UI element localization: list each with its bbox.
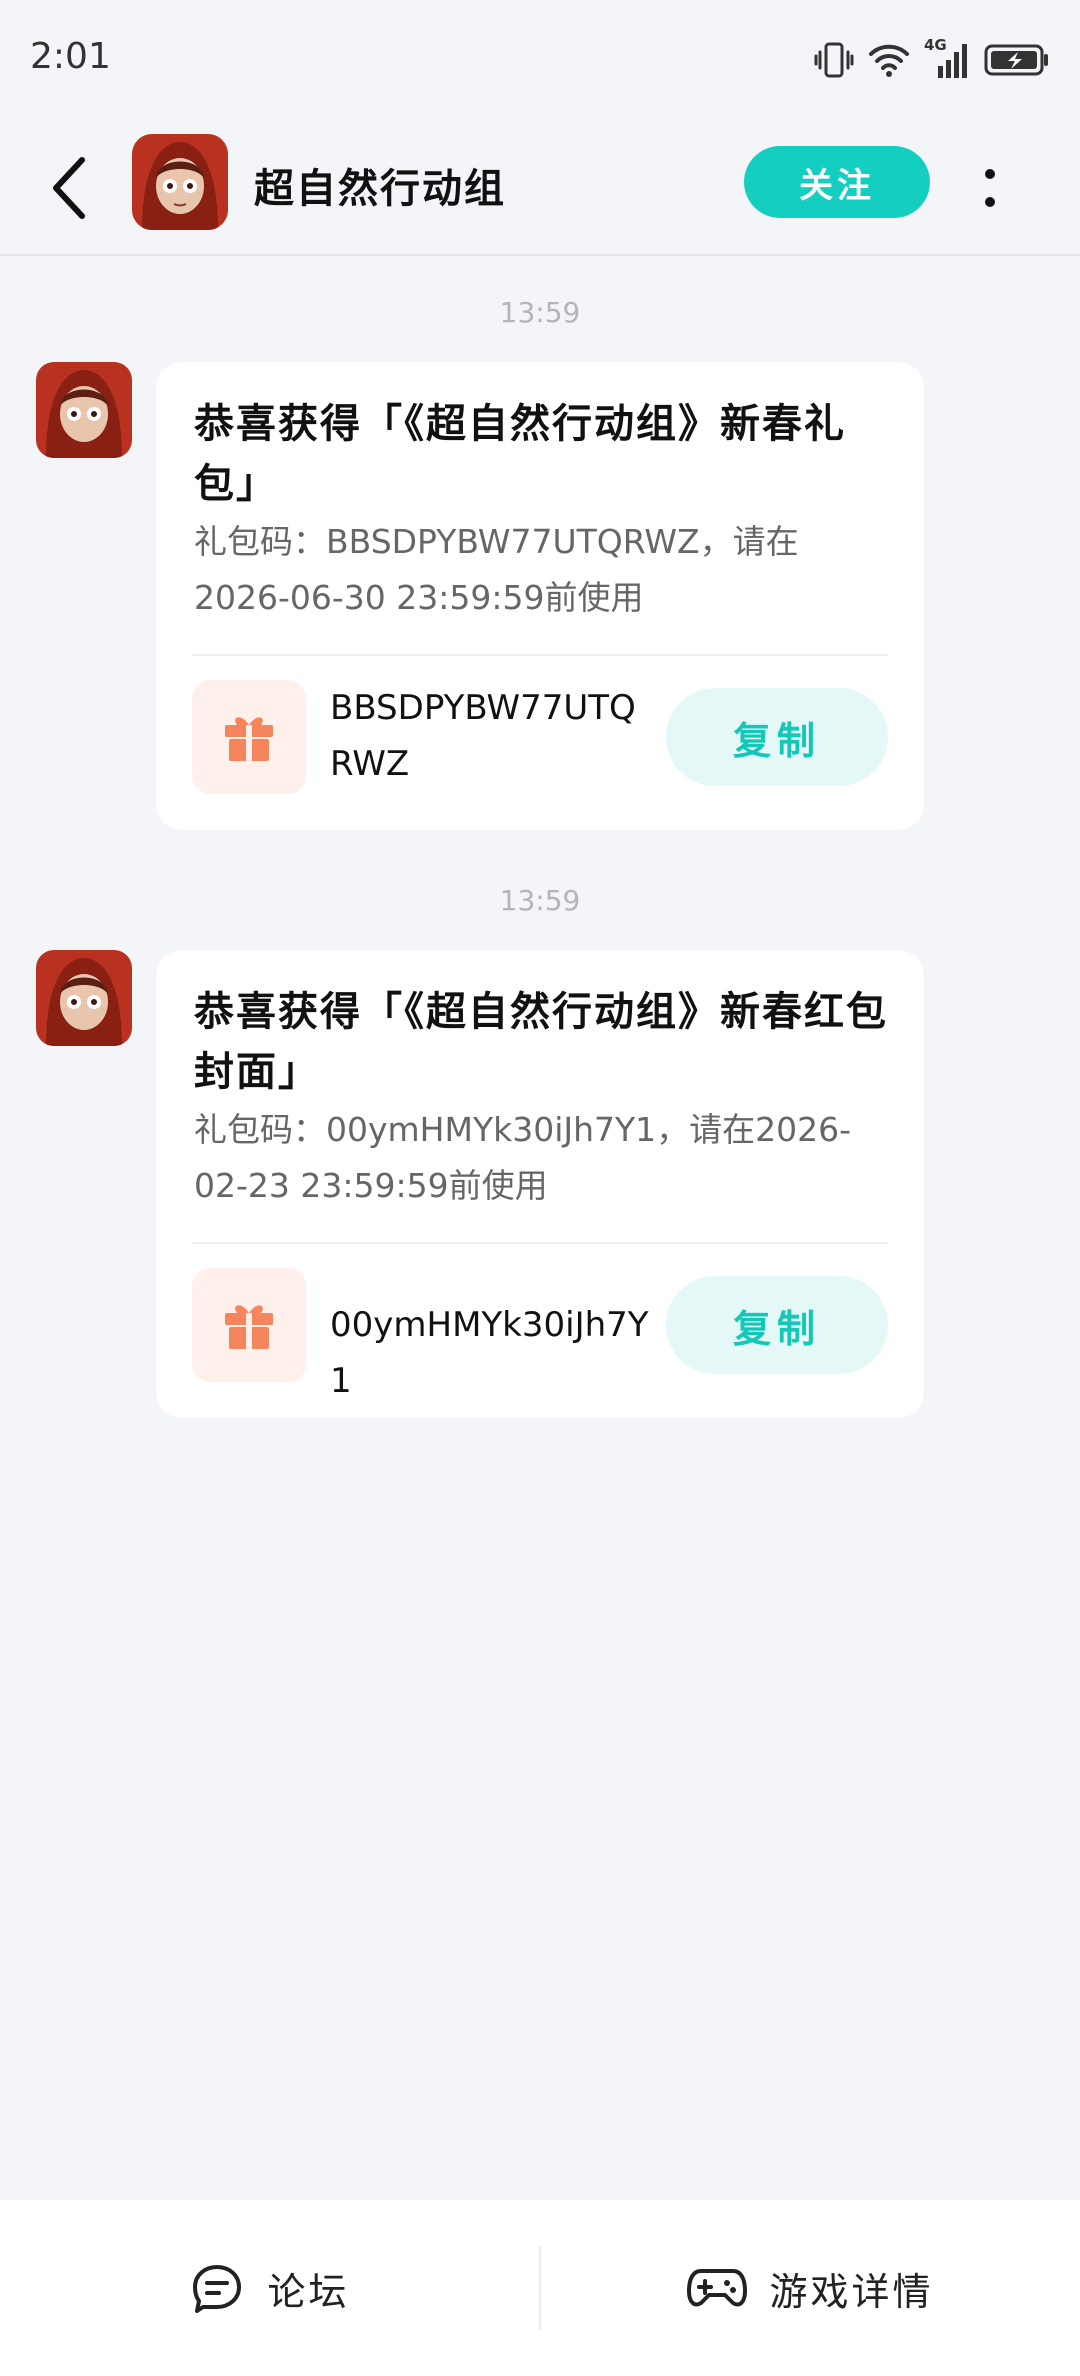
message-title: 恭喜获得「《超自然行动组》新春红包封面」 bbox=[194, 989, 888, 1095]
message-bubble: 恭喜获得「《超自然行动组》新春礼包」 礼包码：BBSDPYBW77UTQRWZ，… bbox=[156, 362, 924, 830]
game-detail-label: 游戏详情 bbox=[769, 2269, 934, 2314]
gamepad-icon bbox=[687, 2269, 748, 2307]
forum-chat-icon bbox=[193, 2265, 242, 2313]
gift-icon bbox=[225, 717, 273, 761]
cellular-signal-icon: 4G bbox=[924, 36, 970, 80]
gift-icon-box bbox=[192, 680, 306, 794]
back-button[interactable] bbox=[44, 150, 100, 226]
gift-code: 00ymHMYk30iJh7Y1 bbox=[330, 1305, 649, 1401]
forum-label: 论坛 bbox=[267, 2269, 350, 2314]
divider bbox=[192, 654, 888, 656]
status-icons: 4G bbox=[814, 36, 1050, 84]
back-arrow-icon bbox=[53, 157, 85, 219]
divider bbox=[192, 1242, 888, 1244]
wifi-icon bbox=[869, 44, 909, 77]
sender-avatar[interactable] bbox=[36, 362, 132, 458]
gift-code: BBSDPYBW77UTQRWZ bbox=[330, 688, 636, 784]
message-description: 礼包码：BBSDPYBW77UTQRWZ，请在2026-06-30 23:59:… bbox=[194, 522, 799, 617]
more-options-button[interactable] bbox=[972, 150, 1008, 226]
message-bubble: 恭喜获得「《超自然行动组》新春红包封面」 礼包码：00ymHMYk30iJh7Y… bbox=[156, 950, 924, 1418]
bottom-bar: 论坛 游戏详情 bbox=[0, 2200, 1080, 2376]
status-time: 2:01 bbox=[30, 36, 111, 77]
status-bar: 2:01 4G bbox=[0, 0, 1080, 120]
message-timestamp: 13:59 bbox=[499, 296, 581, 329]
vibrate-icon bbox=[814, 42, 854, 78]
battery-charging-icon bbox=[984, 44, 1048, 76]
chat-header: 超自然行动组 关注 bbox=[0, 120, 1080, 256]
gift-icon-box bbox=[192, 1268, 306, 1382]
message-title: 恭喜获得「《超自然行动组》新春礼包」 bbox=[194, 401, 846, 507]
forum-tab[interactable]: 论坛 bbox=[0, 2200, 539, 2376]
more-vertical-icon bbox=[985, 169, 995, 207]
page-title: 超自然行动组 bbox=[254, 166, 506, 212]
gift-icon bbox=[225, 1305, 273, 1349]
message-description: 礼包码：00ymHMYk30iJh7Y1，请在2026-02-23 23:59:… bbox=[194, 1110, 852, 1205]
game-detail-tab[interactable]: 游戏详情 bbox=[541, 2200, 1080, 2376]
copy-button[interactable]: 复制 bbox=[666, 688, 888, 786]
message-timestamp: 13:59 bbox=[499, 884, 581, 917]
follow-button[interactable]: 关注 bbox=[744, 146, 930, 218]
sender-avatar[interactable] bbox=[36, 950, 132, 1046]
game-avatar[interactable] bbox=[132, 134, 228, 230]
copy-button[interactable]: 复制 bbox=[666, 1276, 888, 1374]
